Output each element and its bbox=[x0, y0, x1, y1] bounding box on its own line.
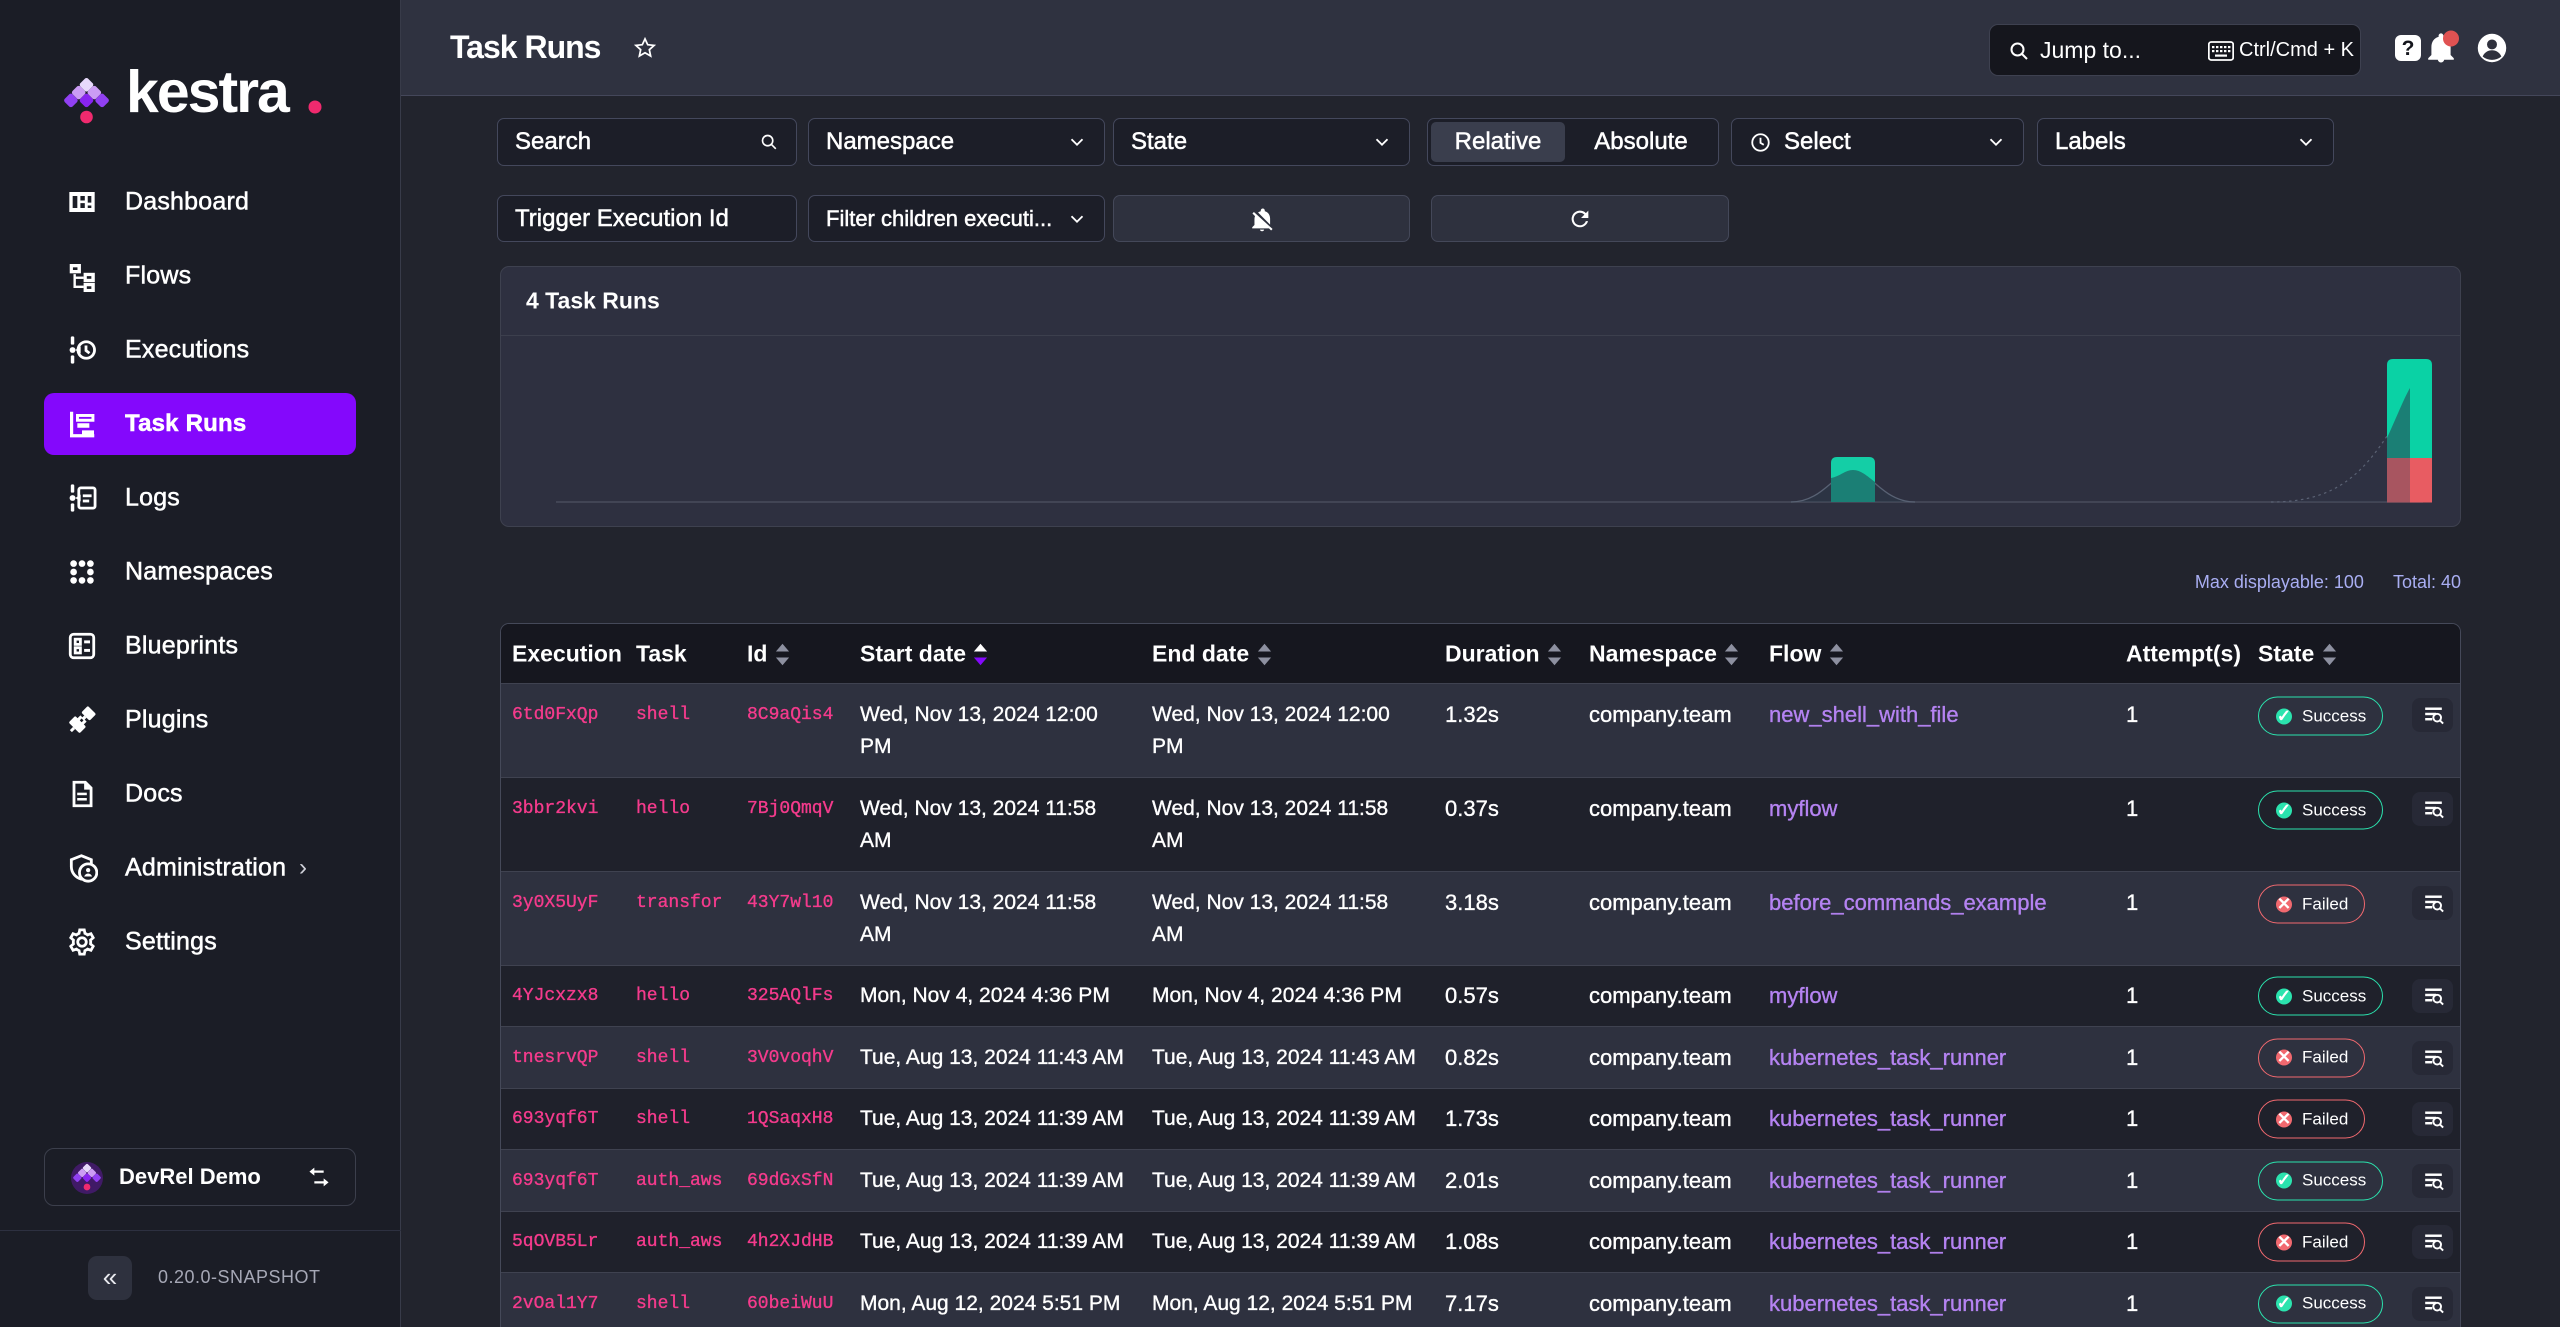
svg-text:kestra: kestra bbox=[126, 59, 291, 125]
